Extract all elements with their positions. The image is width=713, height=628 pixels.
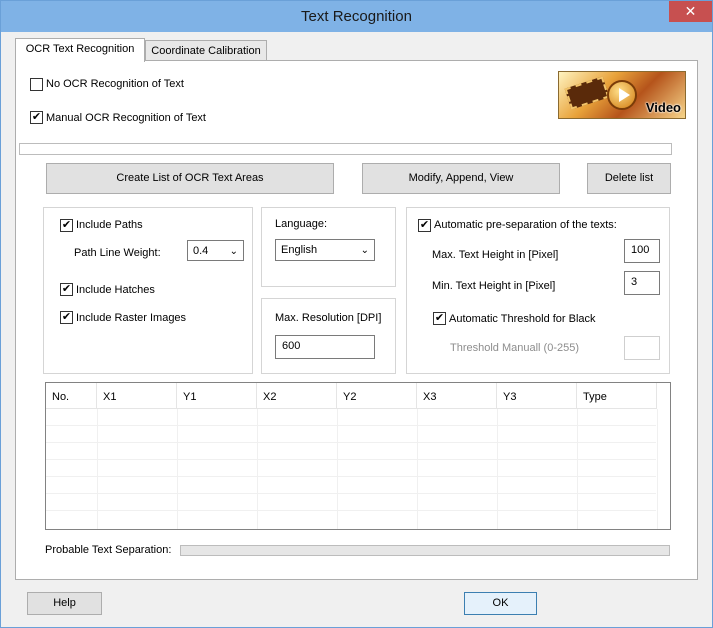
include-hatches-checkbox[interactable]: ✔ [60,283,73,296]
tab-coordinate-calibration[interactable]: Coordinate Calibration [145,40,267,62]
include-paths-label: Include Paths [76,219,143,231]
no-ocr-label: No OCR Recognition of Text [46,78,184,90]
column-header-x1[interactable]: X1 [97,383,177,409]
text-separation-progress-bar [180,545,670,556]
video-tutorial-button[interactable]: Video [558,71,686,119]
video-label: Video [645,100,681,115]
column-header-no[interactable]: No. [46,383,97,409]
language-label: Language: [275,218,327,230]
path-line-weight-label: Path Line Weight: [74,247,161,259]
grid-row-line [46,459,656,460]
column-header-y1[interactable]: Y1 [177,383,257,409]
language-value: English [281,244,318,256]
chevron-down-icon: ⌄ [360,245,369,256]
threshold-manual-label: Threshold Manuall (0-255) [450,342,580,354]
grid-col-line [657,409,658,529]
min-text-height-input[interactable]: 3 [624,271,660,295]
threshold-manual-input [624,336,660,360]
path-line-weight-select[interactable]: 0.4 ⌄ [187,240,244,261]
language-select[interactable]: English ⌄ [275,239,375,261]
auto-threshold-label: Automatic Threshold for Black [449,313,596,325]
auto-preseparation-checkbox[interactable]: ✔ [418,219,431,232]
modify-append-view-button[interactable]: Modify, Append, View [362,163,560,194]
probable-text-separation-label: Probable Text Separation: [45,544,172,556]
path-line-weight-value: 0.4 [193,245,209,257]
column-header-y2[interactable]: Y2 [337,383,417,409]
chevron-down-icon: ⌄ [229,246,238,257]
max-resolution-input[interactable]: 600 [275,335,375,359]
grid-col-line [497,409,498,529]
max-resolution-label: Max. Resolution [DPI] [275,312,382,324]
manual-ocr-checkbox[interactable]: ✔ [30,111,43,124]
grid-col-line [97,409,98,529]
grid-row-line [46,510,656,511]
max-text-height-input[interactable]: 100 [624,239,660,263]
auto-preseparation-label: Automatic pre-separation of the texts: [434,219,617,231]
grid-row-line [46,476,656,477]
grid-row-line [46,442,656,443]
grid-col-line [417,409,418,529]
delete-list-button[interactable]: Delete list [587,163,671,194]
play-icon [607,80,637,110]
column-header-y3[interactable]: Y3 [497,383,577,409]
help-button[interactable]: Help [27,592,102,615]
no-ocr-checkbox[interactable] [30,78,43,91]
column-header-type[interactable]: Type [577,383,657,409]
grid-row-line [46,493,656,494]
grid-col-line [577,409,578,529]
title-bar: Text Recognition ✕ [1,1,712,32]
column-header-x3[interactable]: X3 [417,383,497,409]
ok-button[interactable]: OK [464,592,537,615]
include-paths-checkbox[interactable]: ✔ [60,219,73,232]
grid-col-line [337,409,338,529]
include-raster-label: Include Raster Images [76,312,187,324]
max-text-height-label: Max. Text Height in [Pixel] [432,249,559,261]
grid-row-line [46,425,656,426]
grid-col-line [177,409,178,529]
include-raster-checkbox[interactable]: ✔ [60,311,73,324]
tab-ocr-text-recognition[interactable]: OCR Text Recognition [15,38,145,62]
film-reel-icon [564,76,610,110]
create-list-button[interactable]: Create List of OCR Text Areas [46,163,334,194]
include-hatches-label: Include Hatches [76,284,155,296]
column-header-x2[interactable]: X2 [257,383,337,409]
ocr-progress-bar [19,143,672,155]
window-title: Text Recognition [301,8,412,25]
ocr-areas-table[interactable]: No. X1 Y1 X2 Y2 X3 Y3 Type [45,382,671,530]
text-recognition-window: Text Recognition ✕ OCR Text Recognition … [0,0,713,628]
close-icon[interactable]: ✕ [669,1,712,22]
min-text-height-label: Min. Text Height in [Pixel] [432,280,556,292]
manual-ocr-label: Manual OCR Recognition of Text [46,112,206,124]
auto-threshold-checkbox[interactable]: ✔ [433,312,446,325]
grid-col-line [257,409,258,529]
